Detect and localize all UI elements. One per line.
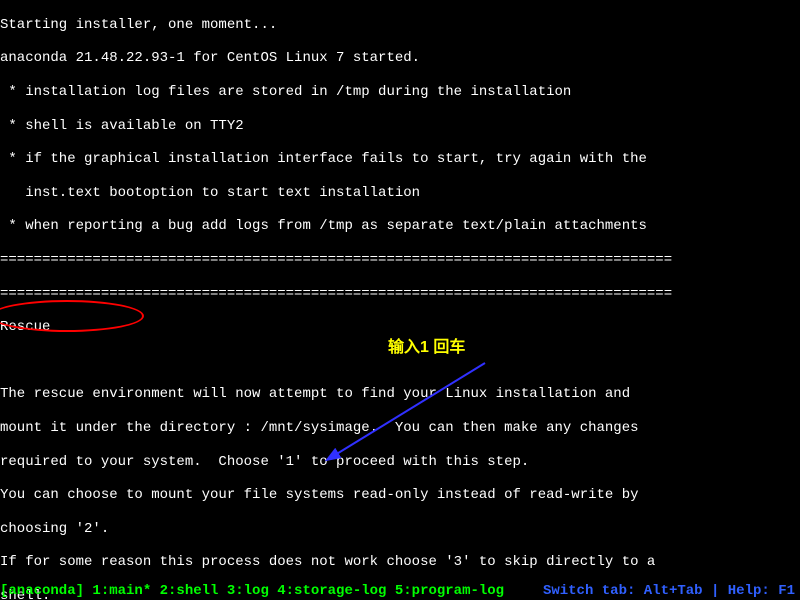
rescue-text: mount it under the directory : /mnt/sysi… bbox=[0, 420, 800, 437]
boot-line: * shell is available on TTY2 bbox=[0, 118, 800, 135]
separator: ========================================… bbox=[0, 252, 800, 269]
boot-line: anaconda 21.48.22.93-1 for CentOS Linux … bbox=[0, 50, 800, 67]
rescue-text: The rescue environment will now attempt … bbox=[0, 386, 800, 403]
annotation-label: 输入1 回车 bbox=[388, 338, 465, 357]
rescue-text: required to your system. Choose '1' to p… bbox=[0, 454, 800, 471]
boot-line: * when reporting a bug add logs from /tm… bbox=[0, 218, 800, 235]
status-tabs[interactable]: [anaconda] 1:main* 2:shell 3:log 4:stora… bbox=[0, 583, 504, 599]
status-help: Switch tab: Alt+Tab | Help: F1 bbox=[543, 583, 795, 600]
status-bar: [anaconda] 1:main* 2:shell 3:log 4:stora… bbox=[0, 583, 800, 600]
rescue-text: choosing '2'. bbox=[0, 521, 800, 538]
boot-line: * if the graphical installation interfac… bbox=[0, 151, 800, 168]
terminal-screen: Starting installer, one moment... anacon… bbox=[0, 0, 800, 600]
separator: ========================================… bbox=[0, 286, 800, 303]
rescue-text: If for some reason this process does not… bbox=[0, 554, 800, 571]
rescue-text: You can choose to mount your file system… bbox=[0, 487, 800, 504]
rescue-title: Rescue bbox=[0, 319, 800, 336]
boot-line: Starting installer, one moment... bbox=[0, 17, 800, 34]
boot-line: * installation log files are stored in /… bbox=[0, 84, 800, 101]
boot-line: inst.text bootoption to start text insta… bbox=[0, 185, 800, 202]
